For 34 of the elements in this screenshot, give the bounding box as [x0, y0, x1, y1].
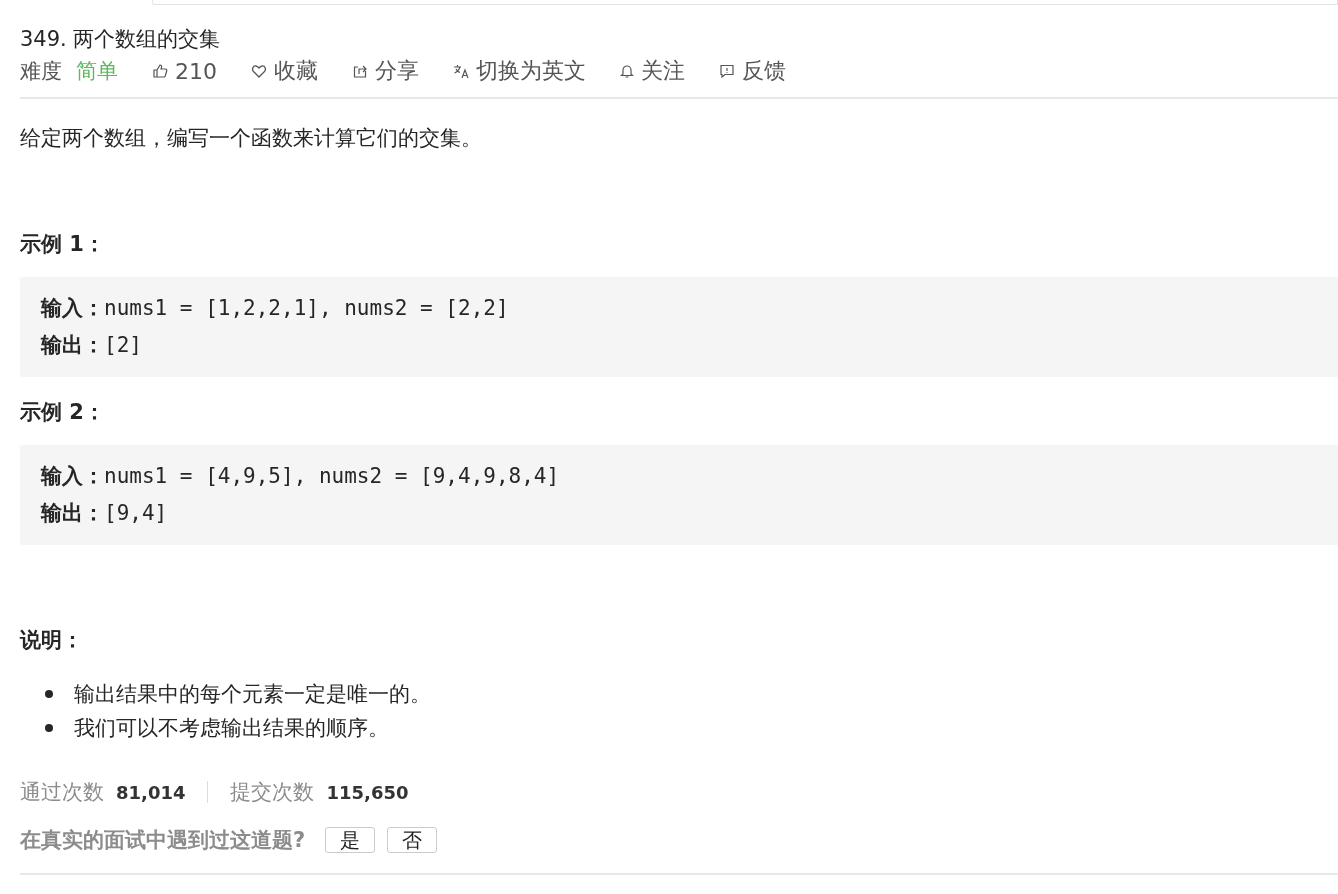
bell-icon	[620, 63, 634, 79]
share-icon	[352, 63, 368, 79]
note-item: 我们可以不考虑输出结果的顺序。	[74, 715, 389, 742]
translate-icon	[453, 63, 469, 79]
code-line: 输入：nums1 = [1,2,2,1], nums2 = [2,2]	[41, 295, 510, 322]
feedback-button[interactable]: 反馈	[719, 56, 786, 86]
favorite-button[interactable]: 收藏	[251, 56, 318, 86]
answer-button[interactable]: 是	[325, 827, 376, 853]
code-line: 输出：[9,4]	[41, 500, 169, 527]
code-line: 输入：nums1 = [4,9,5], nums2 = [9,4,9,8,4]	[41, 463, 561, 490]
problem-title: 349. 两个数组的交集	[20, 26, 222, 53]
example-heading: 示例 2：	[20, 399, 106, 426]
feedback-icon	[719, 63, 735, 79]
bullet-icon	[45, 690, 53, 698]
stat-label: 提交次数	[230, 779, 315, 806]
difficulty-label: 难度	[20, 58, 62, 85]
heart-icon	[251, 63, 267, 79]
translate-button[interactable]: 切换为英文	[453, 56, 586, 86]
stat-value: 115,650	[326, 781, 409, 803]
notes-heading: 说明：	[20, 627, 84, 654]
code-line: 输出：[2]	[41, 332, 143, 359]
like-button[interactable]: 210	[152, 58, 217, 84]
stat-value: 81,014	[116, 781, 186, 803]
thumbs-up-icon	[152, 63, 168, 79]
answer-button[interactable]: 否	[387, 827, 438, 853]
follow-button[interactable]: 关注	[620, 56, 685, 86]
example-heading: 示例 1：	[20, 231, 106, 258]
problem-description: 给定两个数组，编写一个函数来计算它们的交集。	[20, 125, 483, 152]
note-item: 输出结果中的每个元素一定是唯一的。	[74, 681, 431, 708]
bullet-icon	[45, 724, 53, 732]
share-button[interactable]: 分享	[352, 56, 419, 86]
difficulty-value: 简单	[76, 58, 118, 85]
stat-label: 通过次数	[20, 779, 104, 806]
interview-question: 在真实的面试中遇到过这道题?	[20, 827, 306, 854]
